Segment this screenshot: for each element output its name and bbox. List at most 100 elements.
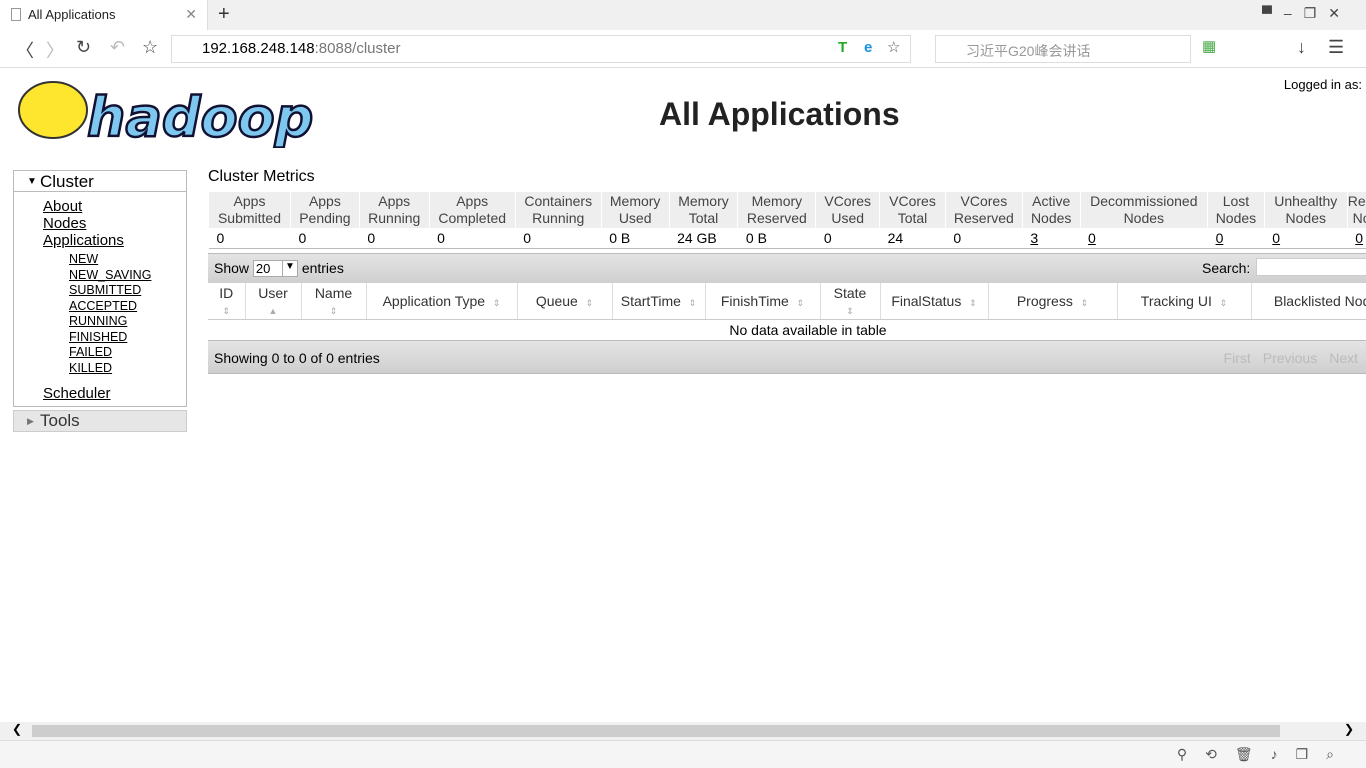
ie-icon[interactable]: e	[864, 39, 872, 56]
metric-header: Decommissioned Nodes	[1079, 192, 1208, 228]
state-submitted[interactable]: SUBMITTED	[69, 283, 186, 299]
tools-section-toggle[interactable]: ▶ Tools	[13, 410, 187, 432]
metric-value: 0 B	[601, 228, 670, 249]
metric-header: Apps Running	[358, 192, 430, 228]
column-header[interactable]: ID ⇕	[208, 282, 246, 320]
metric-value: 24 GB	[669, 228, 738, 249]
column-header[interactable]: FinishTime ⇕	[705, 282, 821, 320]
state-running[interactable]: RUNNING	[69, 314, 186, 330]
metric-header: RebootedNodes	[1346, 192, 1366, 228]
cluster-metrics-table: Apps Submitted Apps Pending Apps Running Apps C…	[208, 192, 1366, 249]
column-header[interactable]: State ⇕	[820, 282, 881, 320]
search-input[interactable]: 习近平G20峰会讲话	[935, 35, 1191, 63]
metric-value: 0	[429, 228, 516, 249]
column-header[interactable]: Progress ⇕	[988, 282, 1118, 320]
previous-page-button[interactable]: Previous	[1263, 350, 1317, 366]
bookmark-star-icon[interactable]: ☆	[887, 38, 900, 56]
column-header[interactable]: FinalStatus ⇕	[880, 282, 989, 320]
metric-value: 0	[815, 228, 880, 249]
cluster-metrics-title: Cluster Metrics	[208, 168, 315, 185]
column-header[interactable]: Tracking UI ⇕	[1117, 282, 1252, 320]
reload-icon[interactable]: ↻	[76, 37, 91, 58]
horizontal-scrollbar[interactable]: ❮ ❯	[0, 722, 1366, 740]
sort-icon: ⇕	[492, 297, 501, 308]
sort-icon: ⇕	[969, 297, 977, 308]
sort-icon: ⇕	[585, 297, 594, 308]
apps-grid-icon[interactable]: ▦	[1202, 37, 1216, 55]
browser-tab[interactable]: All Applications ✕	[0, 0, 208, 30]
metric-value[interactable]: 0	[1080, 228, 1208, 249]
hadoop-logo: hadoop	[18, 81, 315, 148]
sidebar-item-scheduler[interactable]: Scheduler	[43, 385, 186, 402]
nav-bar: 〈 〉 ↻ ↶ ☆ 192.168.248.148:8088/cluster T…	[0, 30, 1366, 68]
metric-value: 0	[290, 228, 360, 249]
metric-value: 0 B	[737, 228, 816, 249]
triangle-right-icon: ▶	[27, 416, 34, 426]
applications-table: ID ⇕ User ▲ Name ⇕ Application Type ⇕ Queue ⇕ St…	[208, 282, 1366, 340]
metric-value[interactable]: 0	[1207, 228, 1265, 249]
state-new[interactable]: NEW	[69, 252, 186, 268]
metric-value[interactable]: 0	[1264, 228, 1348, 249]
column-header[interactable]: Application Type ⇕	[366, 282, 518, 320]
page-size-select[interactable]: 20 ▼	[252, 260, 298, 278]
state-accepted[interactable]: ACCEPTED	[69, 299, 186, 315]
new-tab-button[interactable]: +	[218, 3, 230, 26]
main-content: Cluster Metrics Apps Submitted Apps Pending…	[208, 168, 1366, 374]
sort-icon: ⇕	[846, 305, 854, 316]
page-icon	[11, 8, 21, 21]
table-controls: Show 20 ▼ entries Search:	[208, 252, 1366, 283]
chevron-down-icon: ▼	[281, 261, 297, 277]
sidebar: ▼ Cluster About Nodes Applications NEW NE…	[13, 170, 187, 432]
cluster-section-toggle[interactable]: ▼ Cluster	[14, 171, 186, 192]
metric-header: Memory Reserved	[737, 192, 816, 228]
column-header[interactable]: StartTime ⇕	[612, 282, 706, 320]
metric-header: VCores Used	[815, 192, 880, 228]
forward-icon[interactable]: 〉	[46, 37, 64, 63]
metric-header: Memory Used	[600, 192, 670, 228]
sort-icon: ⇕	[796, 297, 805, 308]
status-icons[interactable]: ⚲⟲🗑♪❐⌕	[1177, 746, 1352, 763]
state-finished[interactable]: FINISHED	[69, 330, 186, 346]
sort-icon: ⇕	[329, 305, 338, 316]
column-header[interactable]: Queue ⇕	[517, 282, 613, 320]
metric-header: VCores Total	[879, 192, 946, 228]
state-killed[interactable]: KILLED	[69, 361, 186, 377]
metric-value: 24	[879, 228, 946, 249]
sidebar-item-applications[interactable]: Applications	[43, 232, 186, 249]
scroll-left-icon[interactable]: ❮	[12, 722, 22, 736]
sidebar-item-nodes[interactable]: Nodes	[43, 215, 186, 232]
metric-header: Unhealthy Nodes	[1263, 192, 1348, 228]
logged-in-label: Logged in as:	[1283, 77, 1362, 92]
shield-icon[interactable]: T	[838, 39, 847, 56]
metric-value: 0	[945, 228, 1023, 249]
column-header[interactable]: User ▲	[245, 282, 302, 320]
undo-icon[interactable]: ↶	[110, 37, 125, 58]
metric-header: Containers Running	[514, 192, 602, 228]
search-table-input[interactable]	[1256, 257, 1366, 276]
download-icon[interactable]: ↓	[1297, 37, 1306, 58]
scroll-thumb[interactable]	[32, 725, 1280, 737]
first-page-button[interactable]: First	[1224, 350, 1251, 366]
back-icon[interactable]: 〈	[16, 37, 34, 63]
sort-icon: ⇕	[688, 297, 697, 308]
empty-message: No data available in table	[729, 321, 887, 338]
metric-header: Active Nodes	[1021, 192, 1081, 228]
sort-icon: ▲	[268, 305, 278, 316]
window-controls[interactable]: ▀–❐✕	[1262, 5, 1352, 22]
column-header[interactable]: Blacklisted Nodes	[1251, 282, 1366, 320]
sidebar-item-about[interactable]: About	[43, 198, 186, 215]
star-icon[interactable]: ☆	[142, 37, 158, 58]
state-new-saving[interactable]: NEW_SAVING	[69, 268, 186, 284]
triangle-down-icon: ▼	[27, 176, 37, 187]
next-page-button[interactable]: Next	[1329, 350, 1358, 366]
column-header[interactable]: Name ⇕	[301, 282, 367, 320]
metric-value[interactable]: 3	[1022, 228, 1081, 249]
metric-value[interactable]: 0	[1347, 228, 1366, 249]
state-failed[interactable]: FAILED	[69, 345, 186, 361]
close-tab-icon[interactable]: ✕	[185, 6, 197, 23]
metric-header: Lost Nodes	[1207, 192, 1265, 228]
metric-header: VCores Reserved	[944, 192, 1023, 228]
scroll-right-icon[interactable]: ❯	[1344, 722, 1354, 736]
menu-icon[interactable]: ☰	[1328, 37, 1344, 58]
address-bar[interactable]: 192.168.248.148:8088/cluster T e ☆	[171, 35, 911, 63]
